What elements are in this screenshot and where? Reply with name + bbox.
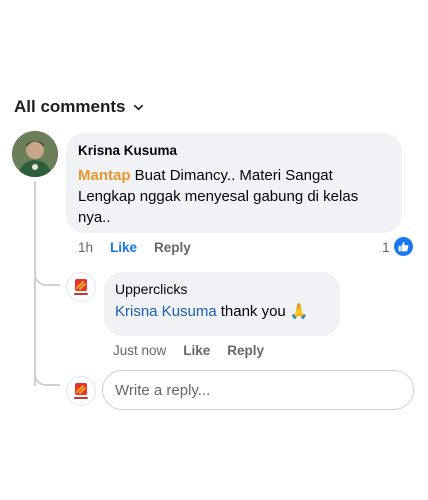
- reply-text: Krisna Kusuma thank you 🙏: [115, 302, 329, 322]
- thread-connector: [34, 360, 60, 386]
- thread-line: [34, 181, 36, 386]
- reply-time: Just now: [113, 343, 167, 358]
- all-comments-title: All comments: [14, 97, 126, 116]
- like-icon: [393, 237, 413, 256]
- upperclicks-logo: [69, 275, 93, 299]
- comment-highlight: Mantap: [78, 167, 131, 184]
- reply-body: thank you: [220, 303, 286, 320]
- comment-time: 1h: [78, 240, 94, 255]
- comment-author[interactable]: Krisna Kusuma: [78, 143, 390, 158]
- composer-avatar: [66, 376, 96, 406]
- reply-input[interactable]: Write a reply...: [102, 370, 414, 410]
- comment-bubble: Krisna Kusuma Mantap Buat Dimancy.. Mate…: [66, 133, 402, 233]
- comment-text: Mantap Buat Dimancy.. Materi Sangat Leng…: [78, 165, 390, 228]
- thread-connector: [34, 262, 60, 286]
- profile-photo: [12, 131, 58, 177]
- all-comments-filter[interactable]: All comments: [14, 97, 144, 117]
- reply-mention[interactable]: Krisna Kusuma: [115, 302, 217, 322]
- upperclicks-logo: [69, 379, 93, 403]
- reply-like-button[interactable]: Like: [183, 343, 210, 358]
- avatar[interactable]: [12, 131, 58, 177]
- chevron-down-icon: [134, 104, 144, 110]
- reply-input-placeholder: Write a reply...: [115, 381, 211, 399]
- reaction-number: 1: [382, 238, 390, 255]
- praying-hands-icon: 🙏: [289, 303, 309, 320]
- comment-actions: 1h Like Reply: [78, 240, 208, 255]
- reaction-count[interactable]: 1: [382, 237, 413, 256]
- like-button[interactable]: Like: [110, 240, 137, 255]
- reply-reply-button[interactable]: Reply: [227, 343, 264, 358]
- reply-bubble: Upperclicks Krisna Kusuma thank you 🙏: [104, 272, 340, 336]
- reply-button[interactable]: Reply: [154, 240, 191, 255]
- reply-actions: Just now Like Reply: [113, 343, 281, 358]
- reply-author[interactable]: Upperclicks: [115, 281, 329, 297]
- upperclicks-avatar[interactable]: [66, 272, 96, 302]
